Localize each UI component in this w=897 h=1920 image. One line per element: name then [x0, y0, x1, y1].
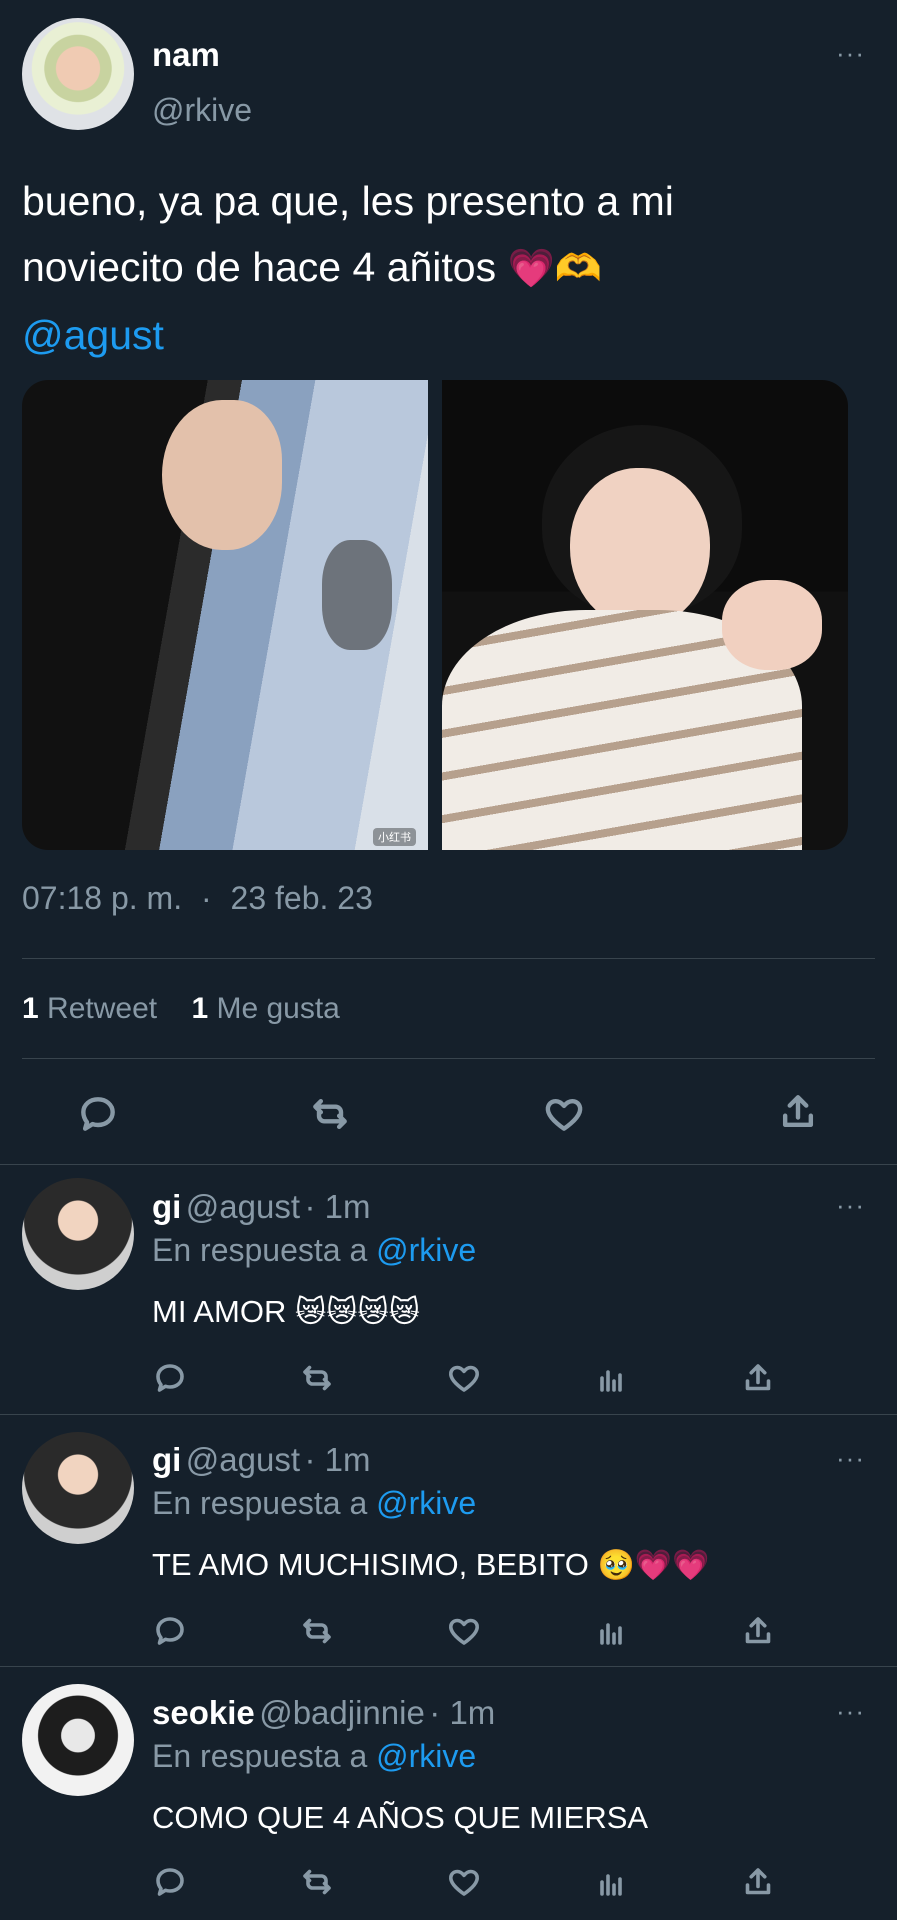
reply-2-mention[interactable]: @rkive [376, 1485, 476, 1521]
tweet-timestamp[interactable]: 07:18 p. m. · 23 feb. 23 [22, 880, 373, 917]
retweet-icon [313, 1098, 347, 1130]
reply-icon[interactable] [152, 1360, 188, 1396]
reply-icon[interactable] [152, 1613, 188, 1649]
main-retweet-button[interactable] [308, 1092, 352, 1136]
reply-2-header: gi @agust · 1m [152, 1441, 370, 1479]
tweet-time: 07:18 p. m. [22, 880, 183, 916]
photo-hands[interactable]: 小红书 [22, 380, 428, 850]
reply-3-text: COMO QUE 4 AÑOS QUE MIERSA [152, 1800, 649, 1835]
more-options-icon[interactable]: ··· [836, 38, 865, 69]
reply-3-actions [152, 1864, 792, 1900]
reply-1-mention[interactable]: @rkive [376, 1232, 476, 1268]
reply-1-text: MI AMOR 😿😿😿😿 [152, 1294, 421, 1329]
reply-2-avatar[interactable] [22, 1432, 134, 1544]
tweet-date: 23 feb. 23 [230, 880, 373, 916]
share-icon[interactable] [740, 1360, 776, 1396]
divider-2 [22, 1058, 875, 1059]
author-avatar[interactable] [22, 18, 134, 130]
share-icon [782, 1095, 814, 1128]
reply-2-time: · 1m [304, 1441, 371, 1478]
retweet-icon[interactable] [299, 1360, 335, 1396]
reply-3-handle[interactable]: @badjinnie [259, 1694, 425, 1731]
retweet-icon[interactable] [299, 1613, 335, 1649]
author-handle[interactable]: @rkive [152, 92, 252, 129]
main-reply-button[interactable] [76, 1092, 120, 1136]
divider-4 [0, 1414, 897, 1415]
reply-1-avatar[interactable] [22, 1178, 134, 1290]
analytics-icon[interactable] [593, 1864, 629, 1900]
share-icon[interactable] [740, 1864, 776, 1900]
main-share-button[interactable] [776, 1090, 820, 1134]
reply-1-actions [152, 1360, 792, 1396]
reply-1-context: En respuesta a @rkive [152, 1232, 477, 1268]
reply-2-text: TE AMO MUCHISIMO, BEBITO 🥹💗💗 [152, 1547, 710, 1582]
reply-3-context: En respuesta a @rkive [152, 1738, 477, 1774]
analytics-icon[interactable] [593, 1613, 629, 1649]
reply-icon[interactable] [152, 1864, 188, 1900]
heart-icon[interactable] [446, 1864, 482, 1900]
reply-2-more-icon[interactable]: ··· [836, 1443, 865, 1474]
like-stat[interactable]: 1 Me gusta [191, 992, 339, 1025]
hands-shape [162, 400, 282, 550]
tweet-text: bueno, ya pa que, les presento a mi novi… [22, 168, 862, 368]
reply-3-avatar[interactable] [22, 1684, 134, 1796]
mention-link[interactable]: @agust [22, 302, 862, 368]
portrait-hands [722, 580, 822, 670]
reply-3-more-icon[interactable]: ··· [836, 1696, 865, 1727]
reply-2-actions [152, 1613, 792, 1649]
heart-icon [545, 1098, 583, 1131]
reply-3-name[interactable]: seokie [152, 1694, 255, 1731]
reply-2-handle[interactable]: @agust [186, 1441, 300, 1478]
author-display-name[interactable]: nam [152, 36, 220, 74]
analytics-icon[interactable] [593, 1360, 629, 1396]
retweet-stat[interactable]: 1 Retweet [22, 992, 157, 1025]
reply-2-name[interactable]: gi [152, 1441, 181, 1478]
divider-5 [0, 1666, 897, 1667]
reply-1-header: gi @agust · 1m [152, 1188, 370, 1226]
crying-cat-emoji: 😿😿😿😿 [294, 1296, 421, 1329]
tweet-text-line-2: noviecito de hace 4 añitos 💗🫶 [22, 244, 603, 290]
reply-1-handle[interactable]: @agust [186, 1188, 300, 1225]
reply-1-name[interactable]: gi [152, 1188, 181, 1225]
sleeve-shape [322, 540, 392, 650]
photo-portrait[interactable] [442, 380, 848, 850]
retweet-icon[interactable] [299, 1864, 335, 1900]
divider-3 [0, 1164, 897, 1165]
reply-icon [81, 1097, 115, 1131]
tweet-text-line-1: bueno, ya pa que, les presento a mi [22, 178, 674, 224]
engagement-stats: 1 Retweet 1 Me gusta [22, 992, 340, 1026]
heart-icon[interactable] [446, 1360, 482, 1396]
divider-1 [22, 958, 875, 959]
main-like-button[interactable] [542, 1092, 586, 1136]
reply-3-mention[interactable]: @rkive [376, 1738, 476, 1774]
photo-watermark: 小红书 [373, 828, 416, 846]
portrait-face [570, 468, 710, 628]
timestamp-separator: · [200, 880, 212, 916]
share-icon[interactable] [740, 1613, 776, 1649]
reply-1-more-icon[interactable]: ··· [836, 1190, 865, 1221]
heart-hands-emoji: 💗🫶 [507, 248, 603, 290]
reply-3-header: seokie @badjinnie · 1m [152, 1694, 495, 1732]
pleading-heart-emoji: 🥹💗💗 [597, 1549, 710, 1582]
heart-icon[interactable] [446, 1613, 482, 1649]
media-grid[interactable]: 小红书 [22, 380, 848, 850]
reply-1-time: · 1m [304, 1188, 371, 1225]
reply-3-time: · 1m [429, 1694, 496, 1731]
reply-2-context: En respuesta a @rkive [152, 1485, 477, 1521]
